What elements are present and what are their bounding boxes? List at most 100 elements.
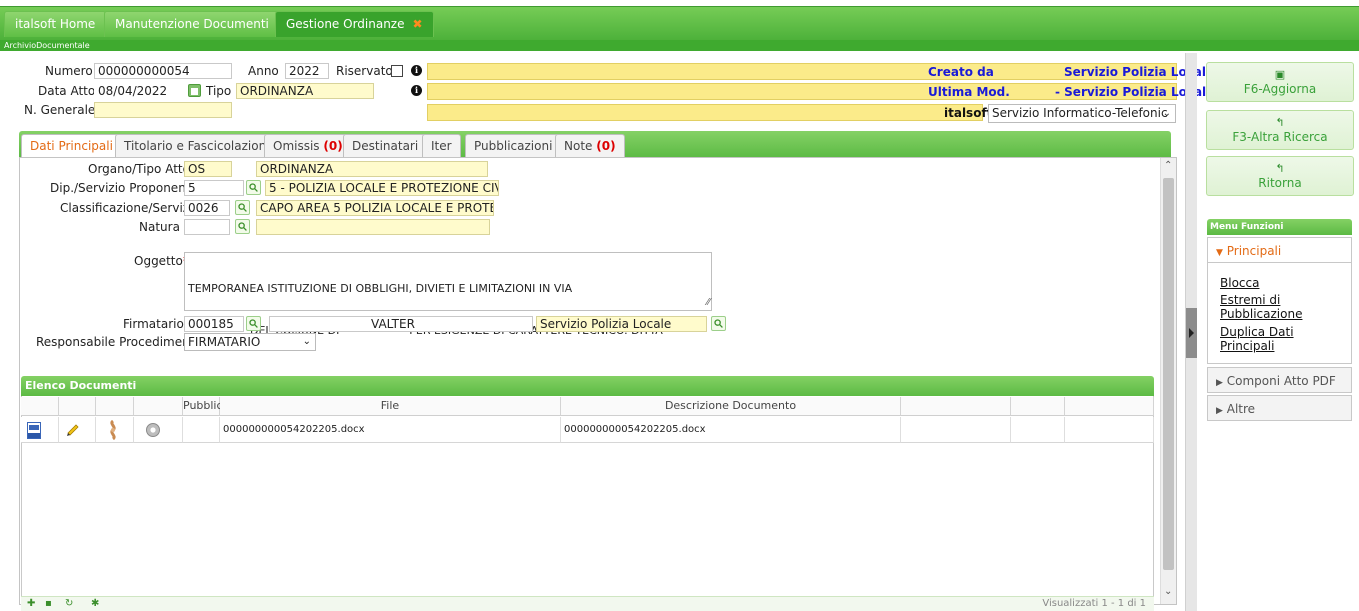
docx-file-icon[interactable] xyxy=(27,422,41,439)
menu-item-blocca[interactable]: Blocca xyxy=(1220,276,1259,290)
top-tab-manutenzione[interactable]: Manutenzione Documenti✖ xyxy=(104,11,298,37)
top-tab-gestione-ordinanze[interactable]: Gestione Ordinanze ✖ xyxy=(275,11,434,37)
vertical-scrollbar[interactable]: ⌃ ⌄ xyxy=(1160,158,1176,604)
refresh-icon[interactable]: ↻ xyxy=(65,598,73,609)
altra-ricerca-button[interactable]: ↰ F3-Altra Ricerca xyxy=(1206,110,1354,150)
classificazione-code-field[interactable]: 0026 xyxy=(184,200,230,216)
organo-label: Organo/Tipo Atto* xyxy=(88,162,196,176)
servizio-select[interactable]: Servizio Informatico-Telefonic ⌄ xyxy=(988,104,1176,123)
tipo-field[interactable]: ORDINANZA xyxy=(236,83,374,99)
caret-down-icon: ▼ xyxy=(1216,248,1223,258)
info-icon[interactable]: i xyxy=(411,85,422,96)
tab-label: Titolario e Fascicolazione xyxy=(124,139,274,153)
panel-splitter[interactable] xyxy=(1185,53,1197,611)
data-atto-label: Data Atto* xyxy=(38,84,101,98)
oggetto-textarea[interactable]: TEMPORANEA ISTITUZIONE DI OBBLIGHI, DIVI… xyxy=(184,252,712,337)
info-icon[interactable]: i xyxy=(411,65,422,76)
menu-section-principali[interactable]: ▼ Principali xyxy=(1207,237,1352,263)
tab-omissis[interactable]: Omissis (0) xyxy=(264,134,352,158)
tipo-label: Tipo xyxy=(206,84,232,98)
menu-item-estremi-pubblicazione[interactable]: Estremi di Pubblicazione xyxy=(1220,293,1320,321)
search-icon[interactable] xyxy=(711,316,726,331)
chevron-down-icon: ⌄ xyxy=(1162,108,1171,119)
table-cell xyxy=(134,417,183,443)
firmatario-code-field[interactable]: 000185 xyxy=(184,316,244,332)
tab-titolario[interactable]: Titolario e Fascicolazione xyxy=(115,134,283,158)
search-icon[interactable] xyxy=(246,180,261,195)
tab-note[interactable]: Note (0) xyxy=(555,134,625,158)
button-label: F6-Aggiorna xyxy=(1243,82,1317,96)
delete-icon[interactable]: ▪ xyxy=(45,598,52,609)
search-icon[interactable] xyxy=(235,219,250,234)
tab-label: Iter xyxy=(431,139,452,153)
dip-code-field[interactable]: 5 xyxy=(184,180,244,196)
scrollbar-thumb[interactable] xyxy=(1163,178,1174,570)
search-icon[interactable] xyxy=(235,200,250,215)
column-header xyxy=(1011,397,1065,416)
tab-destinatari[interactable]: Destinatari xyxy=(343,134,428,158)
settings-icon[interactable]: ✱ xyxy=(91,598,99,609)
firmatario-name-field[interactable]: VALTER xyxy=(269,316,533,332)
n-generale-field[interactable] xyxy=(94,102,232,118)
chevron-down-icon: ⌄ xyxy=(302,336,311,347)
numero-field[interactable]: 000000000054 xyxy=(94,63,232,79)
organo-label-text: Organo/Tipo Atto xyxy=(88,162,190,176)
calendar-icon[interactable] xyxy=(188,84,201,97)
classificazione-desc-field[interactable]: CAPO AREA 5 POLIZIA LOCALE E PROTEZIONE … xyxy=(256,200,494,216)
column-header xyxy=(1065,397,1154,416)
dip-desc-field[interactable]: 5 - POLIZIA LOCALE E PROTEZIONE CIVILE xyxy=(265,180,499,196)
anno-field[interactable]: 2022 xyxy=(285,63,329,79)
top-tab-label: Gestione Ordinanze xyxy=(286,17,405,31)
table-cell-descrizione[interactable]: 000000000054202205.docx xyxy=(561,417,901,443)
column-header-file[interactable]: File xyxy=(220,397,561,416)
grid-footer: ✚ ▪ ↻ ✱ Visualizzati 1 - 1 di 1 xyxy=(21,596,1154,611)
edit-pencil-icon[interactable] xyxy=(65,422,81,438)
responsabile-select-value: FIRMATARIO xyxy=(188,335,261,349)
menu-section-componi-pdf[interactable]: ▶ Componi Atto PDF xyxy=(1207,367,1352,393)
natura-desc-field[interactable] xyxy=(256,219,490,235)
gear-icon[interactable] xyxy=(144,422,162,438)
italsoft-label: italsoft xyxy=(944,106,993,120)
tab-count: (0) xyxy=(323,139,343,153)
oggetto-label: Oggetto* xyxy=(134,254,189,268)
data-atto-field[interactable]: 08/04/2022 xyxy=(94,83,182,99)
aggiorna-button[interactable]: ▣ F6-Aggiorna xyxy=(1206,62,1354,102)
tab-iter[interactable]: Iter xyxy=(422,134,461,158)
tab-label: Dati Principali xyxy=(30,139,113,153)
tab-pubblicazioni[interactable]: Pubblicazioni xyxy=(465,134,562,158)
chevron-up-icon[interactable]: ⌃ xyxy=(1164,160,1172,171)
column-header-descrizione[interactable]: Descrizione Documento xyxy=(561,397,901,416)
organo-desc-field[interactable]: ORDINANZA xyxy=(256,161,488,177)
breadcrumb: ArchivioDocumentale xyxy=(0,40,1359,51)
firmatario-servizio-field[interactable]: Servizio Polizia Locale xyxy=(536,316,707,332)
documents-panel-title: Elenco Documenti xyxy=(21,376,1154,396)
menu-funzioni-title: Menu Funzioni xyxy=(1207,219,1352,235)
table-cell xyxy=(1065,417,1154,443)
natura-code-field[interactable] xyxy=(184,219,230,235)
button-label: Ritorna xyxy=(1258,176,1302,190)
column-header-pubblic[interactable]: Pubblic xyxy=(183,397,223,416)
resize-handle-icon[interactable]: ⁄⁄ xyxy=(707,296,710,310)
menu-item-duplica-dati[interactable]: Duplica Dati Principali xyxy=(1220,325,1300,353)
caret-right-icon: ▶ xyxy=(1216,378,1223,388)
responsabile-select[interactable]: FIRMATARIO ⌄ xyxy=(184,333,316,351)
ritorna-button[interactable]: ↰ Ritorna xyxy=(1206,156,1354,196)
splitter-handle[interactable] xyxy=(1186,308,1197,358)
close-icon[interactable]: ✖ xyxy=(412,17,422,31)
anno-label: Anno xyxy=(248,64,279,78)
menu-section-altre[interactable]: ▶ Altre xyxy=(1207,395,1352,421)
column-header xyxy=(59,397,96,416)
caret-right-icon: ▶ xyxy=(1216,406,1223,416)
menu-section-label: Altre xyxy=(1226,402,1256,416)
chevron-down-icon[interactable]: ⌄ xyxy=(1164,586,1172,597)
firmatario-label: Firmatario xyxy=(123,317,184,331)
sign-seal-icon[interactable] xyxy=(104,420,122,440)
riservato-checkbox[interactable] xyxy=(391,65,403,77)
column-header xyxy=(134,397,183,416)
tab-dati-principali[interactable]: Dati Principali xyxy=(21,134,122,158)
search-icon[interactable] xyxy=(246,316,261,331)
table-cell-file[interactable]: 000000000054202205.docx xyxy=(220,417,561,443)
organo-code-field[interactable]: OS xyxy=(184,161,232,177)
top-tab-home[interactable]: italsoft Home xyxy=(4,11,107,37)
add-icon[interactable]: ✚ xyxy=(27,598,35,609)
